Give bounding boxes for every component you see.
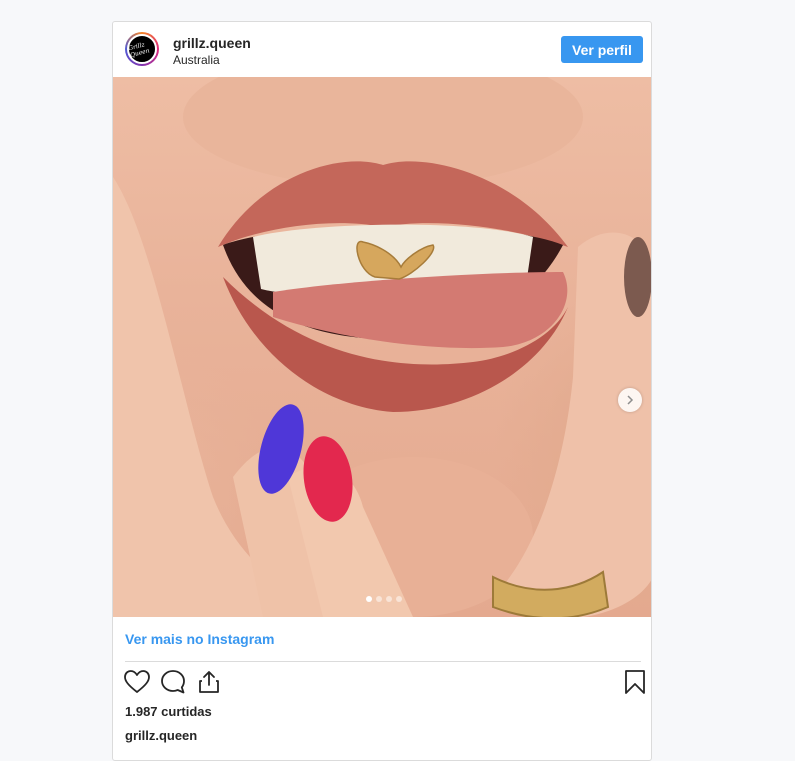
comment-button[interactable] — [159, 669, 187, 697]
heart-icon — [124, 669, 150, 693]
avatar-image: Grillz Queen — [127, 34, 157, 64]
bookmark-icon — [625, 670, 645, 694]
share-icon — [199, 671, 219, 693]
divider — [125, 661, 641, 662]
chevron-right-icon — [627, 395, 634, 405]
action-bar — [123, 669, 645, 697]
comment-icon — [161, 670, 185, 694]
avatar[interactable]: Grillz Queen — [125, 32, 159, 66]
location[interactable]: Australia — [173, 53, 220, 67]
brown-nail — [624, 237, 651, 317]
save-button[interactable] — [621, 669, 649, 697]
like-count[interactable]: 1.987 curtidas — [125, 704, 212, 719]
username[interactable]: grillz.queen — [173, 35, 251, 51]
carousel-next-button[interactable] — [618, 388, 642, 412]
carousel-dot — [376, 596, 382, 602]
photo-illustration — [113, 77, 651, 617]
carousel-dot — [396, 596, 402, 602]
view-more-link[interactable]: Ver mais no Instagram — [125, 631, 274, 647]
share-button[interactable] — [195, 669, 223, 697]
view-profile-button[interactable]: Ver perfil — [561, 36, 643, 63]
carousel-indicator — [366, 596, 402, 602]
caption-username[interactable]: grillz.queen — [125, 728, 197, 743]
carousel-dot — [386, 596, 392, 602]
like-button[interactable] — [123, 669, 151, 697]
instagram-embed-card: Grillz Queen grillz.queen Australia Ver … — [112, 21, 652, 761]
post-photo[interactable] — [113, 77, 651, 617]
avatar-logo-text: Grillz Queen — [127, 41, 151, 60]
post-header: Grillz Queen grillz.queen Australia Ver … — [113, 22, 651, 77]
carousel-dot — [366, 596, 372, 602]
